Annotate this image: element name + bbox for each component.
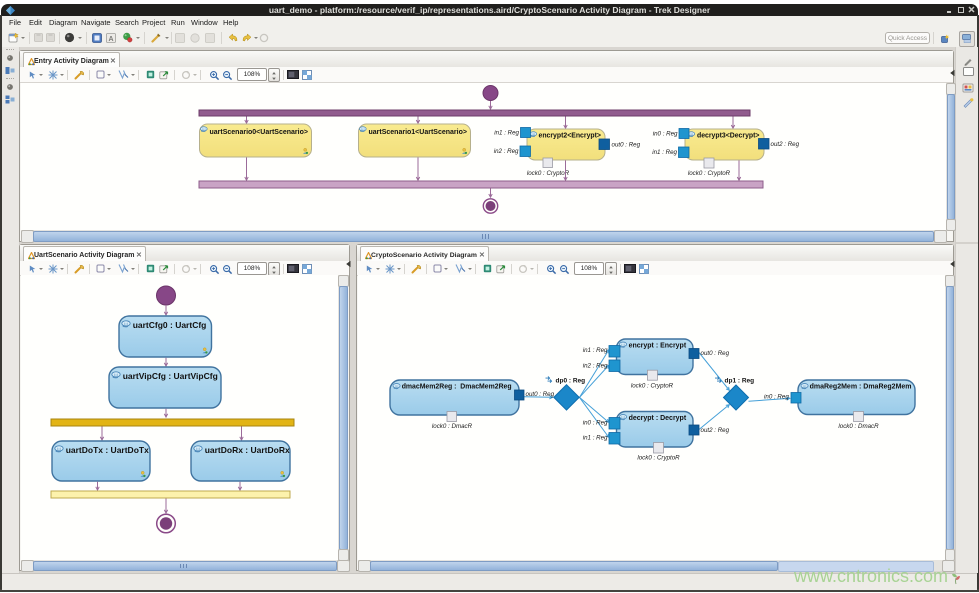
svg-text:lock0 : DmacR: lock0 : DmacR: [432, 423, 473, 430]
svg-text:uartScenario1<UartScenario>: uartScenario1<UartScenario>: [369, 129, 467, 136]
svg-text:dmacMem2Reg : DmacMem2Reg: dmacMem2Reg : DmacMem2Reg: [402, 384, 512, 391]
svg-text:in1 : Reg: in1 : Reg: [652, 149, 677, 156]
svg-text:out2 : Reg: out2 : Reg: [771, 141, 800, 148]
svg-text:dmaReg2Mem : DmaReg2Mem: dmaReg2Mem : DmaReg2Mem: [810, 384, 912, 391]
svg-text:encrypt : Encrypt: encrypt : Encrypt: [629, 343, 687, 350]
svg-text:out0 : Reg: out0 : Reg: [701, 350, 730, 357]
svg-text:uartCfg0 : UartCfg: uartCfg0 : UartCfg: [133, 320, 207, 330]
svg-text:in2 : Reg: in2 : Reg: [583, 363, 608, 370]
svg-text:in0 : Reg: in0 : Reg: [583, 420, 608, 427]
svg-text:in1 : Reg: in1 : Reg: [583, 435, 608, 442]
svg-text:uartDoRx : UartDoRx: uartDoRx : UartDoRx: [205, 445, 290, 455]
svg-text:in1 : Reg: in1 : Reg: [583, 347, 608, 354]
svg-text:uartVipCfg : UartVipCfg: uartVipCfg : UartVipCfg: [123, 371, 218, 381]
svg-text:in1 : Reg: in1 : Reg: [494, 130, 519, 137]
svg-text:dp0 : Reg: dp0 : Reg: [556, 377, 586, 384]
svg-text:decrypt : Decrypt: decrypt : Decrypt: [629, 415, 687, 422]
svg-text:uartScenario0<UartScenario>: uartScenario0<UartScenario>: [210, 129, 308, 136]
svg-text:out0 : Reg: out0 : Reg: [526, 391, 555, 398]
svg-text:lock0 : CryptoR: lock0 : CryptoR: [637, 455, 680, 462]
svg-text:out2 : Reg: out2 : Reg: [701, 427, 730, 434]
svg-text:encrypt2<Encrypt>: encrypt2<Encrypt>: [539, 133, 601, 140]
svg-text:out0 : Reg: out0 : Reg: [612, 142, 641, 149]
svg-text:lock0 : DmacR: lock0 : DmacR: [838, 423, 879, 430]
svg-text:in2 : Reg: in2 : Reg: [494, 148, 519, 155]
svg-text:lock0 : CryptoR: lock0 : CryptoR: [631, 383, 674, 390]
svg-text:uartDoTx : UartDoTx: uartDoTx : UartDoTx: [66, 445, 149, 455]
svg-text:lock0 : CryptoR: lock0 : CryptoR: [688, 170, 731, 177]
svg-text:lock0 : CryptoR: lock0 : CryptoR: [527, 170, 570, 177]
svg-text:dp1 : Reg: dp1 : Reg: [725, 377, 755, 384]
svg-text:in0 : Reg: in0 : Reg: [653, 131, 678, 138]
svg-text:A: A: [108, 36, 113, 43]
svg-text:decrypt3<Decrypt>: decrypt3<Decrypt>: [697, 133, 759, 140]
svg-text:in0 : Reg: in0 : Reg: [764, 394, 789, 401]
